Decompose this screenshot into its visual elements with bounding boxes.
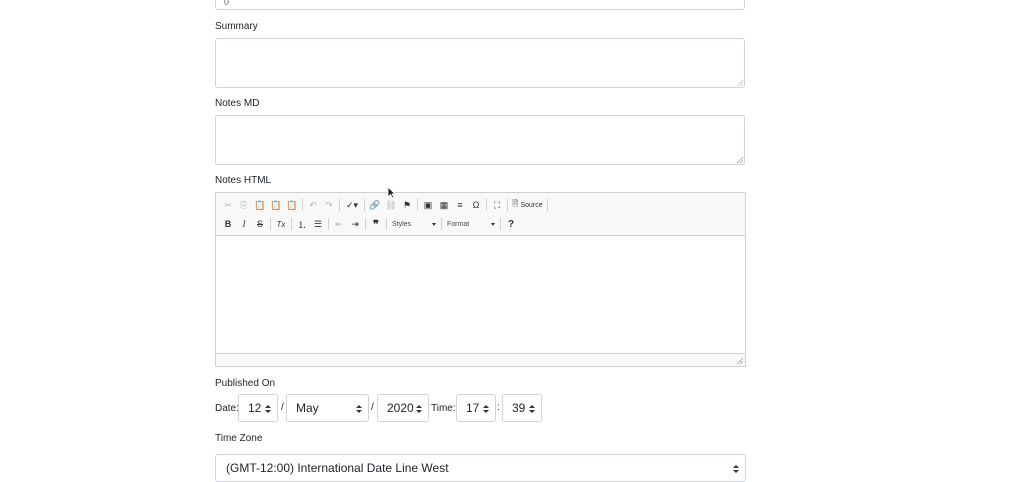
source-button[interactable]: 🗎 Source bbox=[510, 197, 545, 213]
toolbar-separator bbox=[302, 199, 303, 211]
paste-text-icon[interactable]: 📋 bbox=[268, 197, 284, 213]
previous-field-value: 0 bbox=[224, 0, 230, 7]
format-dropdown[interactable]: Format bbox=[444, 217, 498, 231]
previous-field-input[interactable]: 0 bbox=[215, 0, 745, 10]
special-char-icon[interactable]: Ω bbox=[468, 197, 484, 213]
source-icon: 🗎 bbox=[512, 199, 519, 208]
rich-text-editor: ✂ ⎘ 📋 📋 📋 ↶ ↷ ✓▾ 🔗 ⛓ ⚑ ▣ ▦ ≡ Ω ⛶ 🗎 Sourc… bbox=[215, 192, 746, 367]
blockquote-icon[interactable]: ❞ bbox=[368, 216, 384, 232]
remove-format-icon[interactable]: Tx bbox=[273, 216, 289, 232]
time-zone-select[interactable]: (GMT-12:00) International Date Line West bbox=[215, 454, 746, 482]
toolbar-separator bbox=[365, 218, 366, 230]
toolbar-separator bbox=[546, 199, 548, 211]
toolbar-separator bbox=[507, 199, 508, 211]
undo-icon[interactable]: ↶ bbox=[305, 197, 321, 213]
day-value: 12 bbox=[248, 401, 262, 415]
select-arrows-icon bbox=[483, 405, 489, 413]
time-separator: : bbox=[497, 402, 500, 413]
chevron-down-icon bbox=[432, 222, 436, 226]
spellcheck-icon[interactable]: ✓▾ bbox=[342, 197, 362, 213]
toolbar-separator bbox=[417, 199, 418, 211]
select-arrows-icon bbox=[733, 465, 739, 473]
indent-icon[interactable]: ⇥ bbox=[347, 216, 363, 232]
chevron-down-icon bbox=[491, 222, 495, 226]
minute-select[interactable]: 39 bbox=[502, 394, 542, 422]
notes-md-textarea[interactable] bbox=[215, 115, 745, 165]
year-value: 2020 bbox=[387, 401, 414, 415]
redo-icon[interactable]: ↷ bbox=[321, 197, 337, 213]
notes-md-label: Notes MD bbox=[215, 98, 260, 109]
resize-grip-icon[interactable] bbox=[737, 157, 743, 163]
styles-dropdown-label: Styles bbox=[392, 220, 412, 228]
styles-dropdown[interactable]: Styles bbox=[389, 217, 439, 231]
source-button-label: Source bbox=[520, 201, 543, 209]
month-select[interactable]: May bbox=[286, 394, 369, 422]
editor-toolbar-row-1: ✂ ⎘ 📋 📋 📋 ↶ ↷ ✓▾ 🔗 ⛓ ⚑ ▣ ▦ ≡ Ω ⛶ 🗎 Sourc… bbox=[220, 197, 550, 213]
select-arrows-icon bbox=[529, 405, 535, 413]
paste-word-icon[interactable]: 📋 bbox=[284, 197, 300, 213]
hour-value: 17 bbox=[466, 401, 480, 415]
summary-label: Summary bbox=[215, 21, 258, 32]
toolbar-separator bbox=[441, 218, 442, 230]
paste-icon[interactable]: 📋 bbox=[252, 197, 268, 213]
strikethrough-icon[interactable]: S bbox=[252, 216, 268, 232]
toolbar-separator bbox=[270, 218, 271, 230]
summary-textarea[interactable] bbox=[215, 38, 745, 88]
cut-icon[interactable]: ✂ bbox=[220, 197, 236, 213]
bulleted-list-icon[interactable]: ☰ bbox=[310, 216, 326, 232]
help-icon[interactable]: ? bbox=[503, 216, 519, 232]
hour-select[interactable]: 17 bbox=[456, 394, 496, 422]
editor-content-area[interactable] bbox=[216, 235, 745, 354]
notes-html-label: Notes HTML bbox=[215, 175, 272, 186]
minute-value: 39 bbox=[512, 401, 526, 415]
year-select[interactable]: 2020 bbox=[377, 394, 429, 422]
time-zone-label: Time Zone bbox=[215, 433, 263, 444]
editor-toolbar-row-2: B I S Tx ⒈ ☰ ⇤ ⇥ ❞ Styles Format ? bbox=[220, 216, 519, 232]
image-icon[interactable]: ▣ bbox=[420, 197, 436, 213]
anchor-flag-icon[interactable]: ⚑ bbox=[399, 197, 415, 213]
toolbar-separator bbox=[339, 199, 340, 211]
unlink-icon[interactable]: ⛓ bbox=[383, 197, 399, 213]
format-dropdown-label: Format bbox=[447, 220, 470, 228]
select-arrows-icon bbox=[416, 405, 422, 413]
table-icon[interactable]: ▦ bbox=[436, 197, 452, 213]
mouse-cursor-icon bbox=[387, 186, 396, 199]
copy-icon[interactable]: ⎘ bbox=[236, 197, 252, 213]
editor-resize-grip-icon[interactable] bbox=[737, 358, 743, 364]
resize-grip-icon[interactable] bbox=[737, 80, 743, 86]
date-separator: / bbox=[371, 402, 374, 413]
toolbar-separator bbox=[500, 218, 501, 230]
italic-icon[interactable]: I bbox=[236, 216, 252, 232]
outdent-icon[interactable]: ⇤ bbox=[331, 216, 347, 232]
numbered-list-icon[interactable]: ⒈ bbox=[294, 216, 310, 232]
horizontal-line-icon[interactable]: ≡ bbox=[452, 197, 468, 213]
select-arrows-icon bbox=[265, 405, 271, 413]
published-on-label: Published On bbox=[215, 378, 276, 389]
date-label: Date: bbox=[215, 403, 239, 414]
select-arrows-icon bbox=[356, 405, 362, 413]
bold-icon[interactable]: B bbox=[220, 216, 236, 232]
toolbar-separator bbox=[364, 199, 365, 211]
toolbar-separator bbox=[386, 218, 387, 230]
toolbar-separator bbox=[486, 199, 487, 211]
link-icon[interactable]: 🔗 bbox=[367, 197, 383, 213]
day-select[interactable]: 12 bbox=[238, 394, 278, 422]
time-label: Time: bbox=[431, 403, 456, 414]
toolbar-separator bbox=[291, 218, 292, 230]
toolbar-separator bbox=[328, 218, 329, 230]
date-separator: / bbox=[281, 402, 284, 413]
maximize-icon[interactable]: ⛶ bbox=[489, 197, 505, 213]
month-value: May bbox=[296, 401, 319, 415]
